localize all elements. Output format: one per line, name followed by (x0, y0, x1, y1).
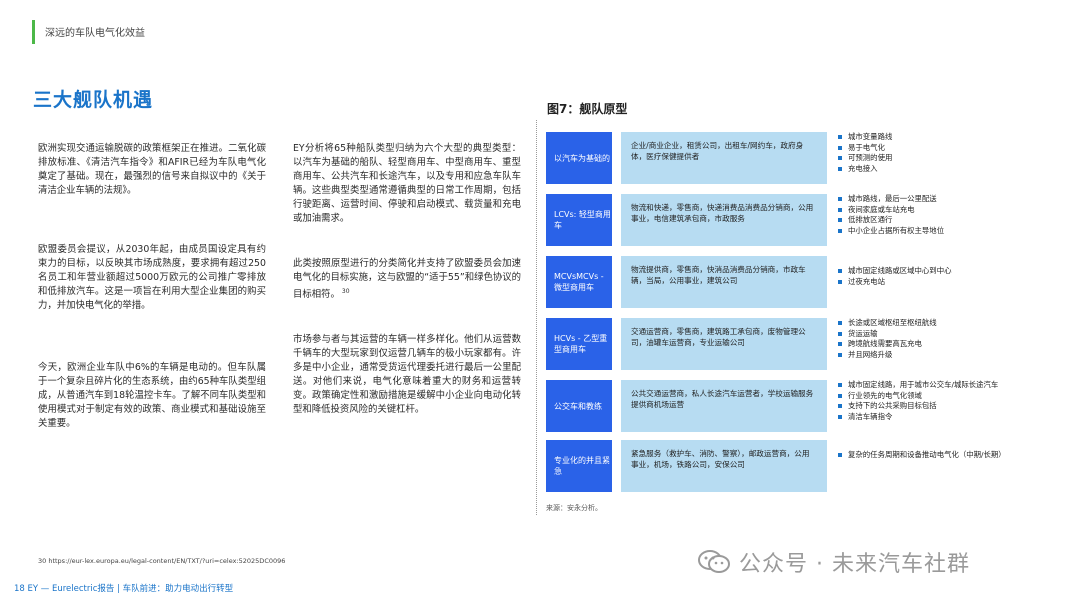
characteristic-item: 可预测的使用 (836, 153, 1040, 164)
characteristic-item: 货运运输 (836, 329, 1040, 340)
middle-paragraph-1: EY分析将65种船队类型归纳为六个大型的典型类型：以汽车为基础的船队、轻型商用车… (293, 143, 521, 224)
left-paragraph-3: 今天，欧洲企业车队中6%的车辆是电动的。但车队属于一个复杂且碎片化的生态系统，由… (38, 362, 266, 429)
archetype-label: 专业化的并且紧急 (546, 440, 612, 492)
watermark: 公众号 · 未来汽车社群 (697, 546, 970, 578)
archetype-label: HCVs - 乙型重型商用车 (546, 318, 612, 370)
characteristic-item: 行业领先的电气化领域 (836, 391, 1040, 402)
footnote-reference: 30 (341, 288, 350, 295)
characteristic-item: 城市固定线路，用于城市公交车/城际长途汽车 (836, 380, 1040, 391)
archetype-users: 物流提供商，零售商，快消品消费品分销商，市政车辆，当局，公用事业，建筑公司 (621, 256, 827, 308)
archetype-characteristics: 城市变量路线 易于电气化 可预测的使用 充电接入 (836, 132, 1040, 184)
archetype-characteristics: 城市路线，最后一公里配送 夜间家庭或车站充电 低排放区通行 中小企业占据所有权主… (836, 194, 1040, 246)
page-footer: 18 EY — Eurelectric报告 | 车队前进：助力电动出行转型 (14, 584, 234, 594)
characteristic-item: 并且网络升级 (836, 350, 1040, 361)
page-title: 三大舰队机遇 (33, 89, 154, 111)
middle-paragraph-3: 市场参与者与其运营的车辆一样多样化。他们从运营数千辆车的大型玩家到仅运营几辆车的… (293, 334, 521, 415)
characteristic-item: 支持下的公共采购目标包括 (836, 401, 1040, 412)
archetype-users: 企业/商业企业，租赁公司，出租车/网约车，政府身体，医疗保健提供者 (621, 132, 827, 184)
left-paragraph-2: 欧盟委员会提议，从2030年起，由成员国设定具有约束力的目标，以反映其市场成熟度… (38, 244, 266, 311)
characteristic-item: 清洁车辆指令 (836, 412, 1040, 423)
section-accent-bar (32, 20, 35, 44)
wechat-icon (697, 549, 731, 575)
left-paragraph-1: 欧洲实现交通运输脱碳的政策框架正在推进。二氧化碳排放标准、《清洁汽车指令》和AF… (38, 143, 266, 196)
figure-divider (536, 120, 539, 515)
characteristic-item: 充电接入 (836, 164, 1040, 175)
characteristic-item: 过夜充电站 (836, 277, 1040, 288)
characteristic-item: 城市路线，最后一公里配送 (836, 194, 1040, 205)
characteristic-item: 低排放区通行 (836, 215, 1040, 226)
archetype-label: MCVsMCVs - 微型商用车 (546, 256, 612, 308)
characteristic-item: 易于电气化 (836, 143, 1040, 154)
archetype-label: 公交车和教练 (546, 380, 612, 432)
archetype-users: 物流和快递，零售商，快递消费品消费品分销商，公用事业，电信建筑承包商，市政服务 (621, 194, 827, 246)
section-title: 深远的车队电气化效益 (45, 28, 145, 39)
characteristic-item: 中小企业占据所有权主导地位 (836, 226, 1040, 237)
characteristic-item: 城市变量路线 (836, 132, 1040, 143)
figure-title: 图7：舰队原型 (547, 102, 628, 116)
archetype-characteristics: 城市固定线路，用于城市公交车/城际长途汽车 行业领先的电气化领域 支持下的公共采… (836, 380, 1040, 432)
figure-source: 来源：安永分析。 (546, 504, 602, 512)
archetype-characteristics: 城市固定线路或区域中心到中心 过夜充电站 (836, 256, 1040, 318)
archetype-label: 以汽车为基础的 (546, 132, 612, 184)
archetype-users: 紧急服务（救护车、消防、警察），邮政运营商，公用事业，机场，铁路公司，安保公司 (621, 440, 827, 492)
footnote-link: 30 https://eur-lex.europa.eu/legal-conte… (38, 557, 286, 565)
archetype-characteristics: 长途或区域枢纽至枢纽航线 货运运输 跨境航线需要高瓦充电 并且网络升级 (836, 318, 1040, 370)
archetype-users: 公共交通运营商，私人长途汽车运营者，学校运输服务提供商机场运营 (621, 380, 827, 432)
characteristic-item: 夜间家庭或车站充电 (836, 205, 1040, 216)
archetype-characteristics: 复杂的任务周期和设备推动电气化（中期/长期） (836, 440, 1040, 502)
archetype-users: 交通运营商，零售商，建筑路工承包商，废物管理公司，油罐车运营商，专业运输公司 (621, 318, 827, 370)
characteristic-item: 城市固定线路或区域中心到中心 (836, 266, 1040, 277)
middle-paragraph-2: 此类按照原型进行的分类简化并支持了欧盟委员会加速电气化的目标实施，这与欧盟的“适… (293, 257, 521, 302)
characteristic-item: 复杂的任务周期和设备推动电气化（中期/长期） (836, 450, 1040, 461)
characteristic-item: 长途或区域枢纽至枢纽航线 (836, 318, 1040, 329)
watermark-text: 公众号 · 未来汽车社群 (739, 552, 970, 577)
characteristic-item: 跨境航线需要高瓦充电 (836, 339, 1040, 350)
archetype-label: LCVs: 轻型商用车 (546, 194, 612, 246)
middle-paragraph-2-text: 此类按照原型进行的分类简化并支持了欧盟委员会加速电气化的目标实施，这与欧盟的“适… (293, 258, 521, 301)
